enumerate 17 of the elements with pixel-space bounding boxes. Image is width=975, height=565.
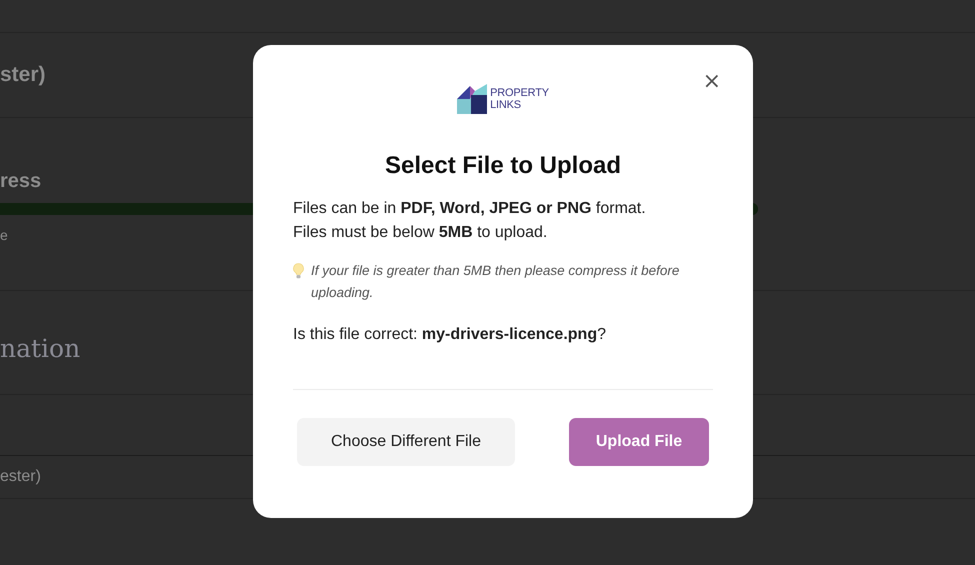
tip-text: If your file is greater than 5MB then please compress it before uploading.: [311, 262, 680, 302]
progress-caption: e: [0, 227, 8, 243]
dialog-title: Select File to Upload: [384, 152, 622, 180]
upload-button[interactable]: Upload File: [569, 418, 709, 466]
lightbulb-icon: [293, 263, 304, 279]
section-title: nation: [0, 334, 80, 363]
logo-text: PROPERTY: [490, 87, 549, 99]
close-button[interactable]: ×: [698, 69, 725, 95]
house-logo-icon: [457, 84, 488, 114]
confirm-text: Is this file correct: my-drivers-licence.png?: [293, 326, 607, 344]
info-text: Files must be below 5MB to upload.: [293, 223, 548, 243]
choose-file-button[interactable]: Choose Different File: [297, 418, 515, 466]
section-heading: ster): [0, 63, 46, 87]
progress-title: ress: [0, 170, 42, 193]
info-text: Files can be in PDF, Word, JPEG or PNG format.: [293, 199, 647, 219]
logo-text: LINKS: [490, 99, 522, 111]
list-item-text: ester): [0, 468, 41, 486]
